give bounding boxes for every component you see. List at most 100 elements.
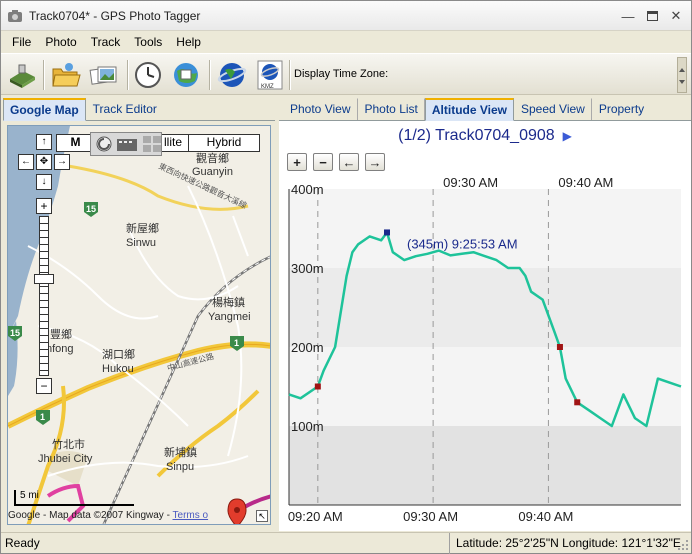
svg-text:15: 15 <box>86 204 96 214</box>
title-bar: Track0704* - GPS Photo Tagger — ✕ <box>1 1 691 31</box>
tab-property[interactable]: Property <box>592 98 651 120</box>
chart-scroll-right-button[interactable]: → <box>365 153 385 171</box>
zoom-in-icon[interactable]: + <box>36 198 52 214</box>
maximize-icon[interactable] <box>641 7 663 25</box>
gps-device-button[interactable] <box>5 58 39 92</box>
menu-help[interactable]: Help <box>169 35 208 49</box>
altitude-chart[interactable]: 400m 300m 200m 100m 09:30 AM 09:40 AM 09:20 AM… <box>279 175 691 531</box>
clock-icon <box>135 62 161 88</box>
photo-marker[interactable] <box>384 229 390 236</box>
altitude-annotation: (345m) 9:25:53 AM <box>407 236 518 251</box>
status-bar: Ready Latitude: 25°2'25"N Longitude: 121… <box>1 532 691 554</box>
x-tick-label-top: 09:40 AM <box>558 175 613 190</box>
play-icon[interactable]: ▶ <box>563 129 572 143</box>
place-sinpu-en: Sinpu <box>166 461 194 473</box>
photos-button[interactable] <box>87 58 121 92</box>
time-button[interactable] <box>131 58 165 92</box>
google-earth-button[interactable] <box>215 58 249 92</box>
toolbar-separator <box>209 60 211 90</box>
svg-text:1: 1 <box>40 412 45 422</box>
chart-zoom-in-button[interactable]: + <box>287 153 307 171</box>
place-yangmei-en: Yangmei <box>208 311 251 323</box>
map-resize-icon[interactable]: ↖ <box>256 510 268 522</box>
place-hukou-cn: 湖口鄉 <box>102 348 135 361</box>
map-tool-overlay <box>90 132 162 156</box>
map-pan-zoom-control: ↑ ← ✥ → ↓ + − <box>16 134 76 394</box>
place-sinwu-en: Sinwu <box>126 237 156 249</box>
close-icon[interactable]: ✕ <box>665 7 687 25</box>
google-map-view[interactable]: 觀音鄉 Guanyin 新屋鄉 Sinwu 楊梅鎮 Yangmei 豐鄉 nfo… <box>7 125 271 525</box>
minimize-icon[interactable]: — <box>617 7 639 25</box>
place-yangmei-cn: 楊梅鎮 <box>212 295 245 309</box>
y-tick-label: 300m <box>291 261 324 276</box>
menu-bar: File Photo Track Tools Help <box>1 31 691 53</box>
x-tick-label-top: 09:30 AM <box>443 175 498 190</box>
pan-right-icon[interactable]: → <box>54 154 70 170</box>
zoom-out-icon[interactable]: − <box>36 378 52 394</box>
photo-marker[interactable] <box>556 344 563 350</box>
right-tab-strip: Photo View Photo List Altitude View Spee… <box>279 97 691 121</box>
chart-band <box>289 426 681 505</box>
pan-center-icon[interactable]: ✥ <box>36 154 52 170</box>
zoom-slider-track[interactable] <box>39 216 49 376</box>
tab-track-editor[interactable]: Track Editor <box>86 98 164 120</box>
timezone-label: Display Time Zone: <box>294 68 389 80</box>
map-attribution-text: Google - Map data ©2007 Kingway - <box>8 510 170 521</box>
google-earth-icon <box>217 63 247 87</box>
tab-speed-view[interactable]: Speed View <box>514 98 592 120</box>
menu-tools[interactable]: Tools <box>127 35 169 49</box>
grid-icon[interactable] <box>142 135 161 153</box>
place-jhubei-en: Jhubei City <box>38 453 93 465</box>
left-tab-strip: Google Map Track Editor <box>3 97 275 121</box>
pan-down-icon[interactable]: ↓ <box>36 174 52 190</box>
map-terms-link[interactable]: Terms o <box>173 510 209 521</box>
right-panel: Photo View Photo List Altitude View Spee… <box>279 97 691 531</box>
open-folder-button[interactable] <box>49 58 83 92</box>
menu-track[interactable]: Track <box>84 35 128 49</box>
place-hukou-en: Hukou <box>102 363 134 375</box>
x-tick-label-bottom: 09:30 AM <box>403 509 458 524</box>
x-tick-label-bottom: 09:40 AM <box>518 509 573 524</box>
tab-altitude-view[interactable]: Altitude View <box>424 98 514 121</box>
status-text: Ready <box>5 536 40 550</box>
place-guanyin-cn: 觀音鄉 <box>196 151 229 165</box>
toolbar-separator <box>289 60 291 90</box>
toolbar: KMZ Display Time Zone: <box>1 53 691 95</box>
pan-up-icon[interactable]: ↑ <box>36 134 52 150</box>
export-kmz-button[interactable]: KMZ <box>253 58 287 92</box>
track-title-text: (1/2) Track0704_0908 <box>398 127 555 144</box>
menu-photo[interactable]: Photo <box>38 35 83 49</box>
photo-marker[interactable] <box>314 383 321 390</box>
chart-zoom-out-button[interactable]: − <box>313 153 333 171</box>
toolbar-separator <box>127 60 129 90</box>
route-shield: 1 <box>230 336 244 351</box>
chart-band <box>289 268 681 347</box>
film-icon[interactable] <box>116 135 138 153</box>
route-shield: 15 <box>84 202 98 217</box>
toolbar-overflow-scroll[interactable] <box>677 57 687 93</box>
tab-photo-list[interactable]: Photo List <box>358 98 425 120</box>
pan-left-icon[interactable]: ← <box>18 154 34 170</box>
photo-marker[interactable] <box>574 399 581 406</box>
menu-file[interactable]: File <box>5 35 38 49</box>
map-attribution: Google - Map data ©2007 Kingway - Terms … <box>8 510 248 521</box>
map-type-hybrid-button[interactable]: Hybrid <box>189 135 259 151</box>
chart-band <box>289 347 681 426</box>
chart-scroll-left-button[interactable]: ← <box>339 153 359 171</box>
tab-google-map[interactable]: Google Map <box>3 98 86 121</box>
tab-photo-view[interactable]: Photo View <box>283 98 358 120</box>
coordinates-readout: Latitude: 25°2'25"N Longitude: 121°1'32"… <box>449 532 681 554</box>
gps-track-icon[interactable] <box>95 135 112 153</box>
chart-zoom-buttons: + − ← → <box>287 153 385 171</box>
globe-photo-icon <box>174 63 198 87</box>
resize-grip-icon[interactable] <box>677 539 689 551</box>
map-scale-label: 5 mi <box>20 490 39 501</box>
place-sinpu-cn: 新埔鎮 <box>164 445 197 459</box>
place-jhubei-cn: 竹北市 <box>52 437 85 451</box>
zoom-slider-handle[interactable] <box>34 274 54 284</box>
x-tick-label-bottom: 09:20 AM <box>288 509 343 524</box>
altitude-chart-svg: 400m 300m 200m 100m 09:30 AM 09:40 AM 09:20 AM… <box>288 175 682 524</box>
track-title: (1/2) Track0704_0908 ▶ <box>279 127 691 145</box>
geotag-button[interactable] <box>169 58 203 92</box>
gps-device-icon <box>10 64 35 88</box>
